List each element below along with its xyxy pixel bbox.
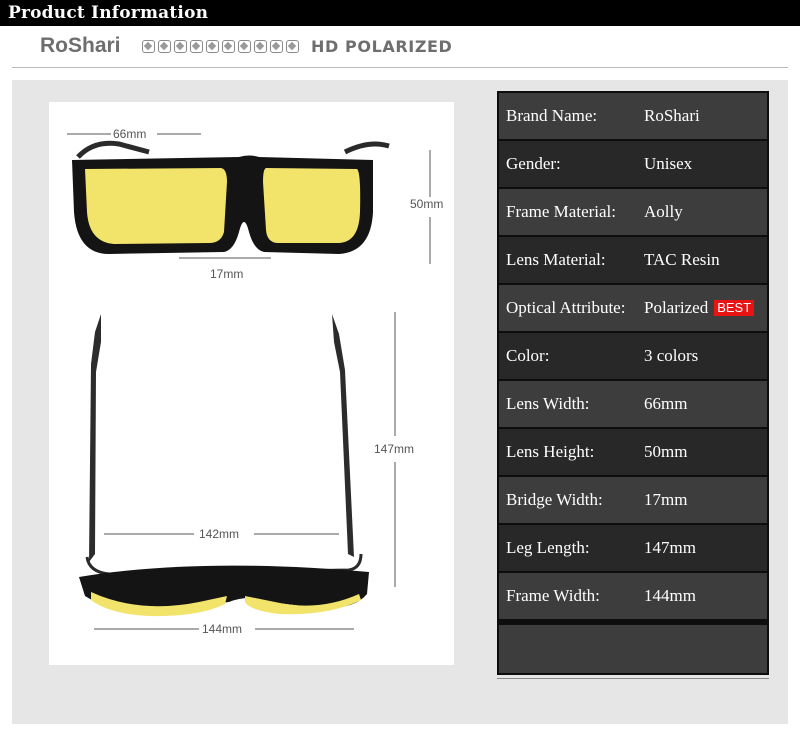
spec-bottom-rule	[497, 678, 769, 679]
climb-icon	[206, 40, 219, 53]
uv-icon	[142, 40, 155, 53]
spec-label: Lens Width:	[506, 394, 590, 413]
spec-value: 50mm	[644, 442, 688, 461]
spec-value: Unisex	[644, 154, 693, 173]
spec-value: 3 colors	[644, 346, 699, 365]
fish-icon	[254, 40, 267, 53]
plane-icon	[286, 40, 299, 53]
spec-row-leg-length: Leg Length: 147mm	[499, 525, 767, 571]
ski-icon	[222, 40, 235, 53]
spec-row-empty	[499, 625, 767, 673]
spec-row-color: Color: 3 colors	[499, 333, 767, 379]
product-photo: 66mm 50mm 17mm 147mm 142mm 144mm	[49, 102, 454, 665]
spec-label: Frame Width:	[506, 586, 600, 605]
feature-icons	[142, 40, 299, 56]
spec-row-lens-material: Lens Material: TAC Resin	[499, 237, 767, 283]
brand-tagline: HD POLARIZED	[311, 37, 453, 56]
brand-row: RoShari HD POLARIZED	[0, 28, 800, 68]
divider	[12, 67, 788, 68]
spec-row-frame-width: Frame Width: 144mm	[499, 573, 767, 619]
spec-row-bridge-width: Bridge Width: 17mm	[499, 477, 767, 523]
brand-name: RoShari	[40, 34, 121, 57]
temple-length-label: 147mm	[374, 442, 415, 456]
top-view	[79, 314, 369, 617]
spec-row-optical-attribute: Optical Attribute: Polarized BEST	[499, 285, 767, 331]
spec-label: Optical Attribute:	[506, 298, 626, 317]
spec-label: Bridge Width:	[506, 490, 603, 509]
spec-value: Polarized	[644, 298, 709, 317]
spec-label: Color:	[506, 346, 550, 365]
spec-row-lens-width: Lens Width: 66mm	[499, 381, 767, 427]
spec-label: Gender:	[506, 154, 561, 173]
sunglasses-illustration	[67, 133, 431, 630]
sport-icon	[158, 40, 171, 53]
golf-icon	[270, 40, 283, 53]
lens-height-label: 50mm	[410, 197, 444, 211]
spec-label: Lens Material:	[506, 250, 606, 269]
spec-row-brand: Brand Name: RoShari	[499, 93, 767, 139]
front-view	[72, 140, 390, 254]
spec-row-gender: Gender: Unisex	[499, 141, 767, 187]
run-icon	[190, 40, 203, 53]
spec-label: Leg Length:	[506, 538, 590, 557]
spec-value: RoShari	[644, 106, 700, 125]
frame-width-label: 144mm	[202, 622, 243, 636]
best-badge: BEST	[714, 300, 755, 316]
spec-value-with-badge: Polarized BEST	[644, 285, 755, 331]
bike-icon	[174, 40, 187, 53]
spec-value: 66mm	[644, 394, 688, 413]
spec-value: 147mm	[644, 538, 696, 557]
header-title: Product Information	[8, 3, 209, 23]
lens-width-label: 66mm	[113, 127, 147, 141]
spec-table: Brand Name: RoShari Gender: Unisex Frame…	[497, 91, 769, 675]
spec-value: 144mm	[644, 586, 696, 605]
spec-label: Lens Height:	[506, 442, 595, 461]
drive-icon	[238, 40, 251, 53]
spec-value: Aolly	[644, 202, 683, 221]
spec-row-frame-material: Frame Material: Aolly	[499, 189, 767, 235]
spec-label: Frame Material:	[506, 202, 616, 221]
inner-width-label: 142mm	[199, 527, 240, 541]
bridge-width-label: 17mm	[210, 267, 244, 281]
spec-row-lens-height: Lens Height: 50mm	[499, 429, 767, 475]
header-bar: Product Information	[0, 0, 800, 26]
spec-label: Brand Name:	[506, 106, 598, 125]
spec-value: 17mm	[644, 490, 688, 509]
spec-value: TAC Resin	[644, 250, 720, 269]
